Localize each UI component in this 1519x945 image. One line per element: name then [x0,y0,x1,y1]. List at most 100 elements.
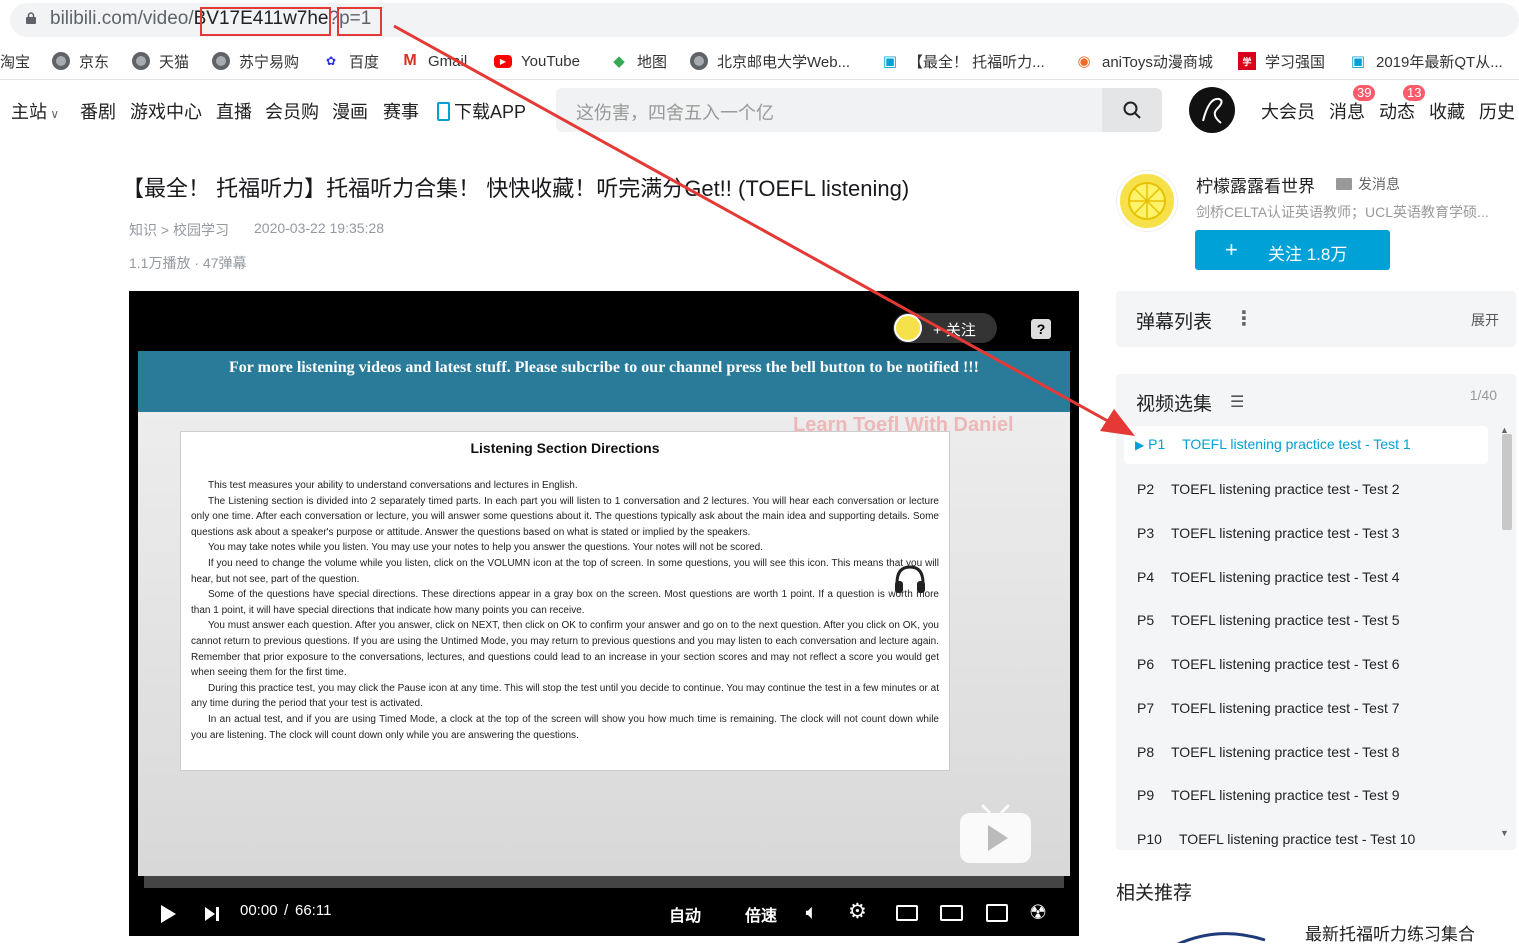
bookmark-suning[interactable]: 苏宁易购 [212,50,299,72]
bookmark-bili-qt[interactable]: ▣ 2019年最新QT从... [1349,50,1503,72]
bookmark-anitoys[interactable]: ◉ aniToys动漫商城 [1075,50,1213,72]
messages-badge: 39 [1353,85,1376,101]
bookmark-label: 京东 [79,53,110,71]
progress-bar[interactable] [144,876,1064,888]
send-message-label: 发消息 [1358,176,1400,192]
quality-button[interactable]: 自动 [669,902,701,926]
player-follow-button[interactable]: + 关注 [893,313,997,343]
follow-button[interactable]: + 关注 1.8万 [1195,230,1390,270]
next-icon[interactable] [204,906,220,922]
bookmark-label: YouTube [521,52,580,70]
bookmark-bupt[interactable]: 北京邮电大学Web... [690,50,850,72]
playlist-item-p7[interactable]: P7 TOEFL listening practice test - Test 7 [1137,700,1400,716]
list-icon: ☰ [1230,394,1245,411]
bookmarks-bar: 淘宝 京东 天猫 苏宁易购 ✿ 百度 M Gmail ▶ YouTube ◆ 地图 北京… [0,42,1519,80]
bookmark-xuexi[interactable]: 学学习强国 [1238,50,1325,72]
doc-paragraph: In an actual test, and if you are using … [191,713,939,741]
nav-download-app[interactable]: 下载APP [437,98,526,124]
nav-main[interactable]: 主站 ∨ [11,98,59,124]
nav-messages[interactable]: 消息 [1329,98,1365,124]
search-button[interactable] [1102,88,1162,132]
bookmark-bili-toefl[interactable]: ▣ 【最全！ 托福听力... [881,50,1045,72]
nav-vip[interactable]: 大会员 [1261,98,1315,124]
slide-banner: For more listening videos and latest stu… [138,351,1070,412]
playlist-item-p10[interactable]: P10 TOEFL listening practice test - Test … [1137,831,1415,847]
baidu-paw-icon: ✿ [325,54,337,68]
playlist-scrollbar[interactable] [1502,434,1512,530]
playlist-item-p4[interactable]: P4 TOEFL listening practice test - Test 4 [1137,569,1400,585]
scroll-down-icon[interactable]: ▼ [1500,828,1509,838]
nav-manga[interactable]: 漫画 [332,98,368,124]
nav-game-center[interactable]: 游戏中心 [130,98,202,124]
doc-paragraph: If you need to change the volume while y… [191,557,939,585]
video-title: 【最全！ 托福听力】托福听力合集！ 快快收藏！听完满分Get!! (TOEFL … [122,176,910,201]
uploader-name[interactable]: 柠檬露露看世界 [1196,172,1315,197]
scroll-up-icon[interactable]: ▲ [1500,425,1509,435]
episode-number: P6 [1137,656,1155,672]
nav-esports[interactable]: 赛事 [383,98,419,124]
play-icon[interactable] [159,904,177,924]
episode-title: TOEFL listening practice test - Test 8 [1171,744,1400,760]
more-vertical-icon[interactable]: ⋮ [1234,306,1254,331]
send-message-button[interactable]: 发消息 [1336,174,1400,194]
fullscreen-icon[interactable]: ☢︎ [1029,900,1047,925]
bookmark-youtube[interactable]: ▶ YouTube [494,50,580,72]
fullscreen-web-icon[interactable] [986,904,1008,922]
bookmark-jd[interactable]: 京东 [52,50,109,72]
widescreen-icon[interactable] [940,905,963,921]
playlist-item-p9[interactable]: P9 TOEFL listening practice test - Test 9 [1137,787,1400,803]
search-input[interactable]: 这伤害，四舍五入一个亿 [576,99,774,125]
playlist-item-p2[interactable]: P2 TOEFL listening practice test - Test 2 [1137,481,1400,497]
playlist-item-p8[interactable]: P8 TOEFL listening practice test - Test 8 [1137,744,1400,760]
bookmark-tmall[interactable]: 天猫 [132,50,189,72]
avatar[interactable] [1189,87,1235,133]
episode-number: P10 [1137,831,1162,847]
playlist-item-p6[interactable]: P6 TOEFL listening practice test - Test 6 [1137,656,1400,672]
pip-icon[interactable] [896,905,918,921]
maps-icon: ◆ [613,53,625,70]
bookmark-baidu[interactable]: ✿ 百度 [322,50,379,72]
doc-title: Listening Section Directions [470,440,660,456]
volume-icon[interactable]: 🔈︎ [806,902,817,923]
playlist-item-p3[interactable]: P3 TOEFL listening practice test - Test 3 [1137,525,1400,541]
big-play-icon[interactable] [958,803,1033,865]
nav-live[interactable]: 直播 [216,98,252,124]
video-category[interactable]: 知识 > 校园学习 [129,220,229,240]
nav-history[interactable]: 历史 [1479,98,1515,124]
nav-bangumi[interactable]: 番剧 [80,98,116,124]
help-icon[interactable]: ? [1031,319,1051,339]
mail-icon [1336,178,1352,190]
search-box[interactable]: 这伤害，四舍五入一个亿 [556,88,1162,132]
nav-dynamics[interactable]: 动态 [1379,98,1415,124]
annotation-box-page [337,7,382,36]
bilibili-tv-icon: ▣ [1350,53,1366,70]
doc-body: This test measures your ability to under… [191,478,939,743]
bookmark-taobao[interactable]: 淘宝 [0,50,30,72]
episode-title: TOEFL listening practice test - Test 10 [1179,831,1416,847]
gmail-icon: M [403,52,417,69]
playlist-item-p5[interactable]: P5 TOEFL listening practice test - Test 5 [1137,612,1400,628]
settings-gear-icon[interactable]: ⚙︎ [848,899,867,924]
bookmark-label: Gmail [428,52,468,70]
nav-mall[interactable]: 会员购 [265,98,319,124]
recommend-title: 相关推荐 [1116,883,1193,904]
doc-paragraph: You may take notes while you listen. You… [208,542,763,554]
episode-title: TOEFL listening practice test - Test 2 [1171,481,1400,497]
doc-paragraph: This test measures your ability to under… [208,480,578,491]
bookmark-gmail[interactable]: M Gmail [401,50,467,72]
player-follow-label: + 关注 [933,322,976,339]
bookmark-label: aniToys动漫商城 [1102,53,1213,71]
recommend-item-title[interactable]: 最新托福听力练习集合 [1305,920,1475,945]
url-host: bilibili.com/video/ [50,8,194,29]
playlist-item-p1[interactable]: ▶ P1 TOEFL listening practice test - Test… [1135,436,1411,452]
bookmark-label: 苏宁易购 [239,53,300,71]
bookmark-maps[interactable]: ◆ 地图 [610,50,667,72]
nav-favorites[interactable]: 收藏 [1429,98,1465,124]
danmaku-expand-button[interactable]: 展开 [1471,310,1499,330]
bookmark-label: 学习强国 [1265,53,1326,71]
annotation-box-bvid [200,7,331,36]
recommend-thumbnail[interactable] [1165,920,1275,943]
speed-button[interactable]: 倍速 [745,902,777,926]
dynamics-badge: 13 [1403,85,1426,101]
uploader-avatar[interactable] [1117,171,1177,231]
